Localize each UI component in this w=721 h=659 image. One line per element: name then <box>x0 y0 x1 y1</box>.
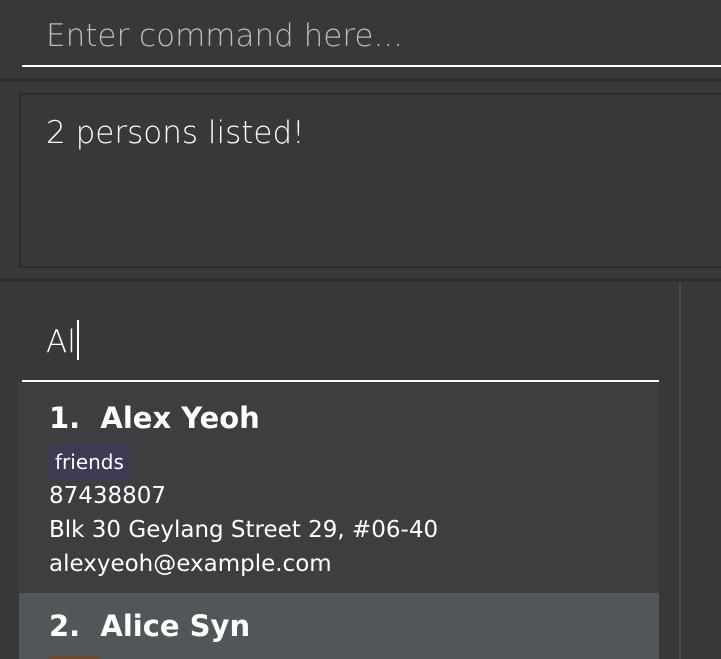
tag-friends: friends <box>49 445 130 480</box>
search-text: Al <box>46 320 79 364</box>
person-address: Blk 30 Geylang Street 29, #06-40 <box>49 517 439 543</box>
side-panel-divider <box>679 283 681 659</box>
command-box <box>0 0 721 80</box>
divider <box>0 79 721 81</box>
result-display: 2 persons listed! <box>19 93 721 268</box>
person-phone: 87438807 <box>49 483 167 509</box>
search-input[interactable] <box>22 306 659 382</box>
person-name: 1. Alex Yeoh <box>49 401 260 435</box>
app-window: 2 persons listed! Al 1. Alex Yeoh friend… <box>0 0 721 659</box>
person-email: alexyeoh@example.com <box>49 551 332 577</box>
person-list[interactable]: 1. Alex Yeoh friends 87438807 Blk 30 Gey… <box>19 383 659 659</box>
divider <box>0 279 721 281</box>
person-card-selected[interactable]: 2. Alice Syn <box>19 593 659 659</box>
person-card[interactable]: 1. Alex Yeoh friends 87438807 Blk 30 Gey… <box>19 383 659 593</box>
search-value: Al <box>46 324 76 360</box>
person-name: 2. Alice Syn <box>49 609 251 643</box>
text-caret <box>76 320 79 360</box>
command-input[interactable] <box>22 0 721 67</box>
result-message: 2 persons listed! <box>46 115 305 151</box>
